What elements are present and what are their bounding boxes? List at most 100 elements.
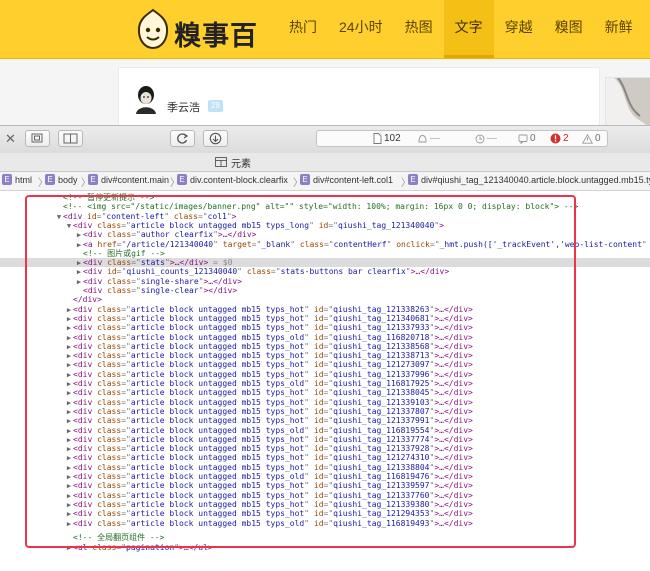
- breadcrumb-item-1[interactable]: Ebody: [45, 174, 78, 185]
- dom-node[interactable]: ▶ <div id="qiushi_counts_121340040" class…: [0, 267, 650, 276]
- author-name[interactable]: 季云浩: [167, 99, 200, 115]
- disclosure-open-icon: ▼: [56, 212, 62, 221]
- disclosure-closed-icon: ▶: [66, 510, 72, 519]
- breadcrumb-item-3[interactable]: Ediv.content-block.clearfix: [177, 174, 288, 185]
- disclosure-closed-icon: ▶: [76, 259, 82, 268]
- disclosure-closed-icon: ▶: [66, 543, 72, 552]
- article-node[interactable]: ▶ <div class="article block untagged mb15…: [0, 519, 650, 528]
- nav-item-2[interactable]: 热图: [394, 0, 444, 58]
- disclosure-closed-icon: ▶: [66, 445, 72, 454]
- article-node[interactable]: ▶ <div class="article block untagged mb15…: [0, 314, 650, 323]
- log-count[interactable]: 0: [518, 133, 536, 144]
- nav-item-6[interactable]: 新鲜: [594, 0, 644, 58]
- nav-item-0[interactable]: 热门: [278, 0, 328, 58]
- article-node[interactable]: ▶ <div class="article block untagged mb15…: [0, 398, 650, 407]
- nav-item-4[interactable]: 穿越: [494, 0, 544, 58]
- dom-node[interactable]: ▼ <div id="content-left" class="col1">: [0, 212, 650, 221]
- load-time: —: [475, 133, 497, 144]
- article-node[interactable]: ▶ <div class="article block untagged mb15…: [0, 500, 650, 509]
- article-node[interactable]: ▶ <div class="article block untagged mb15…: [0, 305, 650, 314]
- disclosure-closed-icon: ▶: [66, 491, 72, 500]
- breadcrumb-item-2[interactable]: Ediv#content.main: [88, 174, 169, 185]
- dom-node[interactable]: <!-- <img src="/static/images/banner.png…: [0, 202, 650, 211]
- side-thumbnail[interactable]: [605, 77, 650, 129]
- article-node[interactable]: ▶ <div class="article block untagged mb15…: [0, 416, 650, 425]
- dom-node[interactable]: <!-- 暂停更新提示 -->: [0, 193, 650, 202]
- dom-node[interactable]: ▶ <ul class="pagination">…</ul>: [0, 543, 650, 552]
- bell-icon: [418, 134, 427, 142]
- disclosure-closed-icon: ▶: [66, 463, 72, 472]
- article-node[interactable]: ▶ <div class="article block untagged mb15…: [0, 435, 650, 444]
- article-node[interactable]: ▶ <div class="article block untagged mb15…: [0, 509, 650, 518]
- breadcrumb-item-5[interactable]: Ediv#qiushi_tag_121340040.article.block.…: [408, 174, 650, 185]
- article-node[interactable]: ▶ <div class="article block untagged mb15…: [0, 360, 650, 369]
- tab-elements[interactable]: 元素: [215, 154, 251, 170]
- article-node[interactable]: ▶ <div class="article block untagged mb15…: [0, 333, 650, 342]
- nav-item-1[interactable]: 24小时: [328, 0, 394, 58]
- disclosure-closed-icon: ▶: [76, 268, 82, 277]
- warning-count[interactable]: 0: [582, 133, 601, 144]
- article-node[interactable]: ▶ <div class="article block untagged mb15…: [0, 453, 650, 462]
- disclosure-closed-icon: ▶: [66, 370, 72, 379]
- close-icon[interactable]: ✕: [5, 131, 16, 147]
- element-badge-icon: E: [2, 174, 12, 185]
- article-card: 季云浩 28: [118, 67, 600, 128]
- error-icon: [550, 133, 561, 144]
- disclosure-closed-icon: ▶: [66, 305, 72, 314]
- article-node[interactable]: ▶ <div class="article block untagged mb15…: [0, 323, 650, 332]
- nav-item-3[interactable]: 文字: [443, 0, 494, 58]
- breadcrumb-item-4[interactable]: Ediv#content-left.col1: [300, 174, 393, 185]
- dom-node-selected[interactable]: ▶ <div class="stats">…</div> = $0: [0, 258, 650, 268]
- thumbnail-image: [606, 78, 650, 128]
- article-node[interactable]: ▶ <div class="article block untagged mb15…: [0, 481, 650, 490]
- main-nav: 热门 24小时 热图 文字 穿越 糗图 新鲜: [278, 0, 644, 58]
- dock-icon: [31, 133, 43, 143]
- error-count[interactable]: 2: [550, 133, 569, 144]
- article-node[interactable]: ▶ <div class="article block untagged mb15…: [0, 379, 650, 388]
- article-node[interactable]: ▶ <div class="article block untagged mb15…: [0, 444, 650, 453]
- disclosure-open-icon: ▼: [66, 221, 72, 230]
- disclosure-closed-icon: ▶: [76, 231, 82, 240]
- dock-button[interactable]: [25, 130, 50, 147]
- reload-button[interactable]: [170, 130, 195, 147]
- element-badge-icon: E: [300, 174, 310, 185]
- disclosure-closed-icon: ▶: [66, 342, 72, 351]
- nav-item-5[interactable]: 糗图: [544, 0, 594, 58]
- article-node[interactable]: ▶ <div class="article block untagged mb15…: [0, 472, 650, 481]
- dom-node[interactable]: ▼ <div class="article block untagged mb15…: [0, 221, 650, 230]
- article-node[interactable]: ▶ <div class="article block untagged mb15…: [0, 407, 650, 416]
- dom-node[interactable]: </div>: [0, 295, 650, 304]
- disclosure-closed-icon: ▶: [66, 314, 72, 323]
- selected-node-marker: = $0: [208, 258, 233, 268]
- article-node[interactable]: ▶ <div class="article block untagged mb15…: [0, 342, 650, 351]
- dom-node[interactable]: ▶ <div class="single-share">…</div>: [0, 277, 650, 286]
- disclosure-closed-icon: ▶: [76, 240, 82, 249]
- document-icon: [373, 133, 382, 144]
- split-view-button[interactable]: [58, 130, 83, 147]
- disclosure-closed-icon: ▶: [66, 435, 72, 444]
- activity-viewer[interactable]: 102 — — 0 2 0: [316, 130, 608, 147]
- disclosure-closed-icon: ▶: [66, 500, 72, 509]
- download-button[interactable]: [203, 130, 228, 147]
- disclosure-closed-icon: ▶: [66, 398, 72, 407]
- article-node[interactable]: ▶ <div class="article block untagged mb15…: [0, 491, 650, 500]
- article-node[interactable]: ▶ <div class="article block untagged mb15…: [0, 463, 650, 472]
- avatar[interactable]: [133, 84, 159, 114]
- element-badge-icon: E: [45, 174, 55, 185]
- disclosure-closed-icon: ▶: [66, 324, 72, 333]
- page-content: 季云浩 28: [0, 59, 650, 129]
- breadcrumb-item-0[interactable]: Ehtml: [2, 174, 32, 185]
- element-badge-icon: E: [408, 174, 418, 185]
- dom-node[interactable]: <div class="single-clear"></div>: [0, 286, 650, 295]
- dom-node[interactable]: <!-- 图片或gif -->: [0, 249, 650, 258]
- article-node[interactable]: ▶ <div class="article block untagged mb15…: [0, 370, 650, 379]
- dom-node[interactable]: ▶ <a href="/article/121340040" target="_b…: [0, 240, 650, 249]
- article-node[interactable]: ▶ <div class="article block untagged mb15…: [0, 426, 650, 435]
- disclosure-closed-icon: ▶: [66, 426, 72, 435]
- dom-node[interactable]: <!-- 全局翻页组件 -->: [0, 533, 650, 542]
- article-node[interactable]: ▶ <div class="article block untagged mb15…: [0, 351, 650, 360]
- inspector-tab-bar: 元素: [0, 153, 650, 172]
- dom-node[interactable]: ▶ <div class="author clearfix">…</div>: [0, 230, 650, 239]
- article-node[interactable]: ▶ <div class="article block untagged mb15…: [0, 388, 650, 397]
- site-logo[interactable]: 糗事百科: [134, 8, 276, 91]
